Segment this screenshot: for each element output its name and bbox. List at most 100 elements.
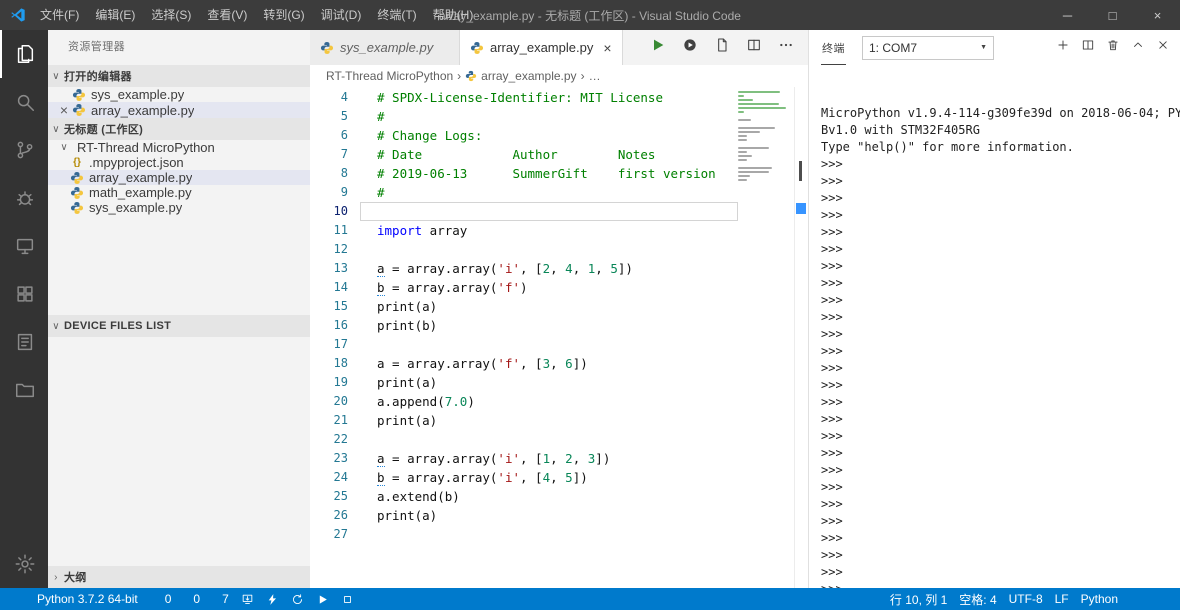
feedback[interactable]: [1124, 588, 1149, 610]
code-line[interactable]: 9 #: [310, 183, 808, 202]
code-line[interactable]: 21 print(a): [310, 411, 808, 430]
activity-remote[interactable]: [0, 222, 48, 270]
code-line[interactable]: 4 # SPDX-License-Identifier: MIT License: [310, 88, 808, 107]
code-line[interactable]: 26 print(a): [310, 506, 808, 525]
close-file-icon[interactable]: ×: [56, 102, 72, 118]
code-line[interactable]: 8 # 2019-06-13 SummerGift first version: [310, 164, 808, 183]
menu-item[interactable]: 编辑(E): [87, 0, 143, 30]
statusbar-action-play[interactable]: [310, 588, 335, 610]
tree-folder[interactable]: ∨ RT-Thread MicroPython: [48, 140, 310, 155]
tree-file[interactable]: math_example.py: [48, 185, 310, 200]
breadcrumb-item[interactable]: RT-Thread MicroPython: [326, 69, 453, 83]
code-line[interactable]: 10: [310, 202, 808, 221]
statusbar-action-flash[interactable]: [260, 588, 285, 610]
code-line[interactable]: 16 print(b): [310, 316, 808, 335]
activity-files[interactable]: [0, 366, 48, 414]
encoding[interactable]: UTF-8: [1003, 588, 1049, 610]
source-control-icon: [14, 139, 36, 161]
statusbar-action-sync[interactable]: [285, 588, 310, 610]
editor-action-run-alt[interactable]: [682, 37, 698, 58]
tab-terminal[interactable]: 终端: [821, 30, 846, 65]
menu-item[interactable]: 调试(D): [313, 0, 370, 30]
menu-item[interactable]: 选择(S): [143, 0, 199, 30]
breadcrumb-item[interactable]: …: [589, 69, 601, 83]
line-number: 19: [333, 375, 348, 389]
editor-action-more[interactable]: [778, 37, 794, 58]
connection-status[interactable]: [6, 588, 31, 610]
code-line[interactable]: 13 a = array.array('i', [2, 4, 1, 5]): [310, 259, 808, 278]
open-editor-item[interactable]: × array_example.py: [48, 102, 310, 118]
code-line[interactable]: 17: [310, 335, 808, 354]
code-line[interactable]: 14 b = array.array('f'): [310, 278, 808, 297]
language-mode[interactable]: Python: [1075, 588, 1124, 610]
maximize-button[interactable]: □: [1090, 0, 1135, 30]
code-line[interactable]: 20 a.append(7.0): [310, 392, 808, 411]
panel-action-kill-terminal[interactable]: [1106, 38, 1120, 57]
notifications[interactable]: [1149, 588, 1174, 610]
tab-label: array_example.py: [490, 40, 594, 55]
activity-explorer[interactable]: [0, 30, 48, 78]
activity-extensions[interactable]: [0, 270, 48, 318]
activity-search[interactable]: [0, 78, 48, 126]
editor-action-open-preview[interactable]: [714, 37, 730, 58]
menu-item[interactable]: 转到(G): [255, 0, 312, 30]
indentation[interactable]: 空格: 4: [953, 588, 1002, 610]
close-button[interactable]: ×: [1135, 0, 1180, 30]
code-line[interactable]: 22: [310, 430, 808, 449]
code-line[interactable]: 25 a.extend(b): [310, 487, 808, 506]
editor-tab[interactable]: sys_example.py: [310, 30, 460, 65]
menu-item[interactable]: 查看(V): [199, 0, 255, 30]
code-line[interactable]: 6 # Change Logs:: [310, 126, 808, 145]
tree-file[interactable]: sys_example.py: [48, 200, 310, 215]
code-line[interactable]: 15 print(a): [310, 297, 808, 316]
code-line[interactable]: 12: [310, 240, 808, 259]
code-line[interactable]: 19 print(a): [310, 373, 808, 392]
open-editor-item[interactable]: sys_example.py: [48, 87, 310, 102]
menu-item[interactable]: 终端(T): [369, 0, 424, 30]
breadcrumb-item[interactable]: array_example.py: [465, 69, 577, 83]
cursor-position[interactable]: 行 10, 列 1: [884, 588, 953, 610]
code-line[interactable]: 18 a = array.array('f', [3, 6]): [310, 354, 808, 373]
code-line[interactable]: 27: [310, 525, 808, 544]
editor-tab[interactable]: array_example.py ×: [460, 30, 623, 65]
editor-action-run[interactable]: [650, 37, 666, 58]
activity-notebook[interactable]: [0, 318, 48, 366]
terminal-line: >>>: [821, 242, 843, 256]
eol[interactable]: LF: [1049, 588, 1075, 610]
terminal-output[interactable]: MicroPython v1.9.4-114-g309fe39d on 2018…: [809, 65, 1180, 588]
activity-settings[interactable]: [0, 540, 48, 588]
editor-actions: [650, 30, 808, 65]
code-line[interactable]: 11 import array: [310, 221, 808, 240]
code-line[interactable]: 23 a = array.array('i', [1, 2, 3]): [310, 449, 808, 468]
code-line[interactable]: 7 # Date Author Notes: [310, 145, 808, 164]
panel-action-close-panel[interactable]: [1156, 38, 1170, 57]
statusbar-action-board-download[interactable]: [235, 588, 260, 610]
activity-debug[interactable]: [0, 174, 48, 222]
section-device-files[interactable]: ∨ DEVICE FILES LIST: [48, 315, 310, 337]
code-line[interactable]: 5 #: [310, 107, 808, 126]
section-open-editors[interactable]: ∨ 打开的编辑器: [48, 65, 310, 87]
section-outline[interactable]: › 大纲: [48, 566, 310, 588]
minimize-button[interactable]: ─: [1045, 0, 1090, 30]
python-interpreter[interactable]: Python 3.7.2 64-bit: [31, 588, 144, 610]
activity-source-control[interactable]: [0, 126, 48, 174]
problems-status[interactable]: 0 0 7: [144, 588, 235, 610]
scrollbar-thumb[interactable]: [799, 161, 802, 181]
panel-action-maximize-panel[interactable]: [1131, 38, 1145, 57]
tree-file[interactable]: {} .mpyproject.json: [48, 155, 310, 170]
terminal-line: >>>: [821, 259, 843, 273]
code-editor[interactable]: 4 # SPDX-License-Identifier: MIT License 5…: [310, 87, 808, 588]
menu-item[interactable]: 帮助(H): [425, 0, 482, 30]
panel-action-new-terminal[interactable]: [1056, 38, 1070, 57]
section-workspace[interactable]: ∨ 无标题 (工作区): [48, 118, 310, 140]
editor-action-split-editor[interactable]: [746, 37, 762, 58]
terminal-instance-select[interactable]: 1: COM7 ▼: [862, 35, 994, 60]
panel-action-split-terminal[interactable]: [1081, 38, 1095, 57]
statusbar-action-stop[interactable]: [335, 588, 360, 610]
menu-item[interactable]: 文件(F): [32, 0, 87, 30]
code-line[interactable]: 24 b = array.array('i', [4, 5]): [310, 468, 808, 487]
tree-file[interactable]: array_example.py: [48, 170, 310, 185]
minimap[interactable]: [738, 91, 792, 187]
close-tab-icon[interactable]: ×: [603, 40, 611, 56]
